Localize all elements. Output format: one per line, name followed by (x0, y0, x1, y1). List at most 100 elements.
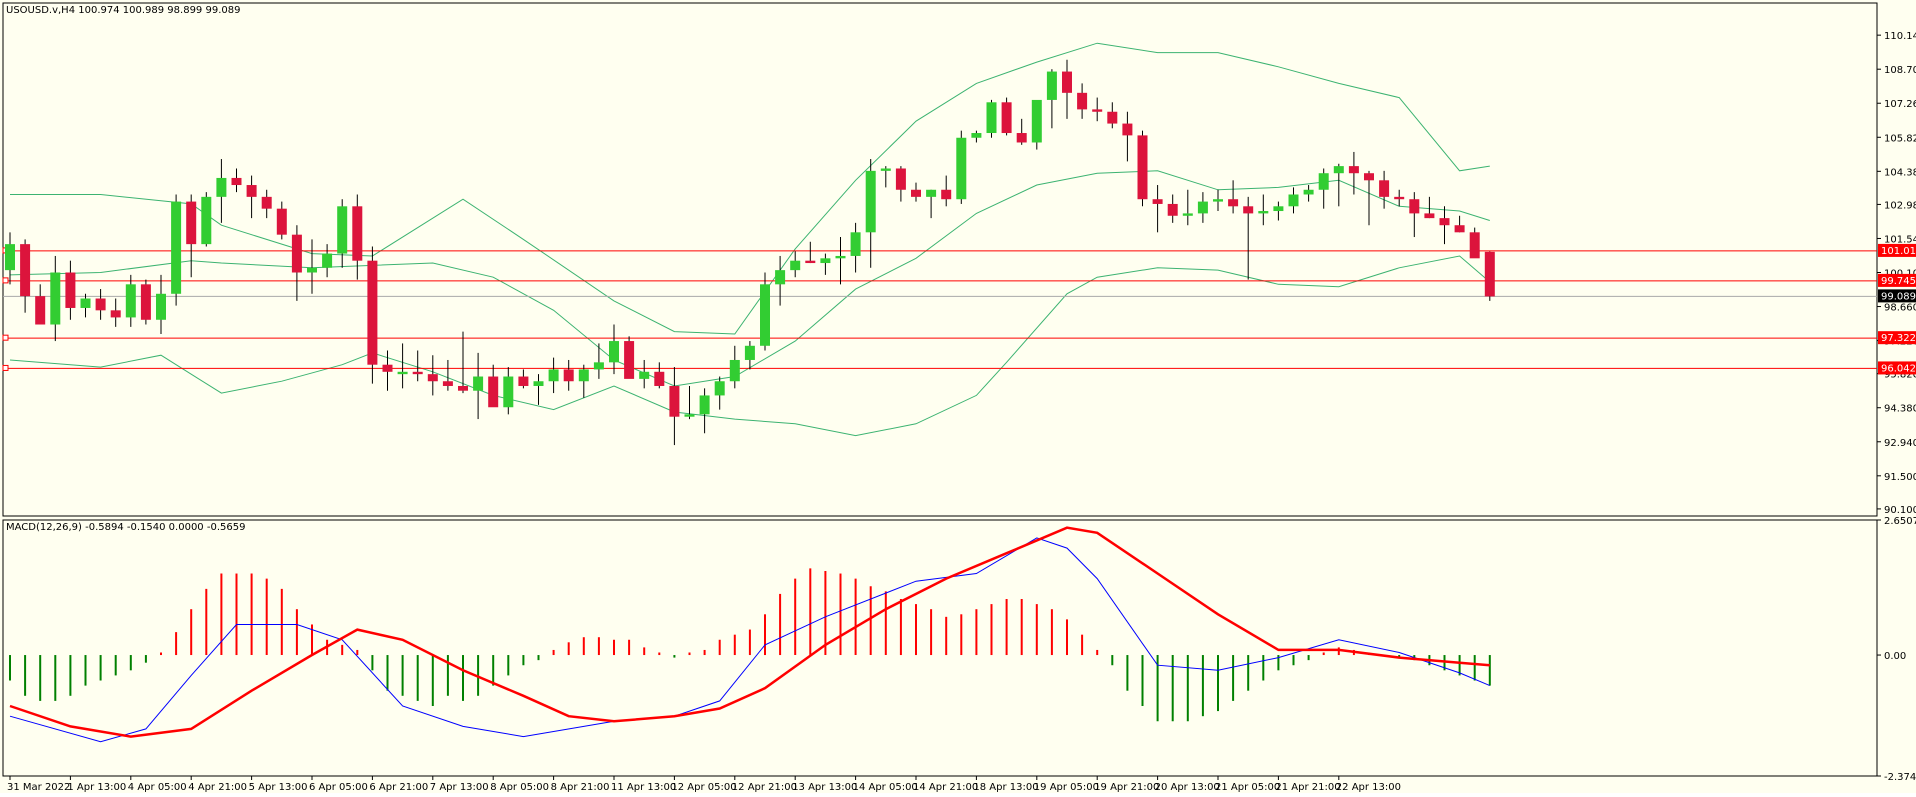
bull-candle-body (1333, 166, 1344, 174)
bear-candle-body (624, 341, 635, 379)
bear-candle-body (895, 168, 906, 190)
bear-candle-body (1062, 71, 1072, 93)
bear-candle-body (1167, 203, 1178, 216)
bull-candle-body (171, 201, 182, 294)
bull-candle-body (926, 189, 937, 197)
bear-candle-body (518, 376, 529, 386)
bull-candle-body (307, 267, 317, 273)
bull-candle-body (609, 341, 619, 363)
bull-candle-body (865, 170, 876, 233)
price-axis-label: 102.980 (1884, 200, 1916, 211)
bull-candle-body (503, 376, 514, 408)
time-axis-label: 12 Apr 05:00 (671, 782, 736, 793)
bull-candle-body (80, 298, 91, 308)
bear-candle-body (911, 189, 921, 197)
current-price-label: 99.089 (1881, 291, 1916, 302)
bull-candle-body (1288, 194, 1299, 207)
bull-candle-body (548, 369, 559, 382)
bull-candle-body (1046, 71, 1057, 100)
bear-candle-body (140, 284, 151, 320)
bear-candle-body (1424, 213, 1435, 219)
time-axis-label: 20 Apr 13:00 (1155, 782, 1220, 793)
bear-candle-body (1122, 123, 1133, 136)
bear-candle-body (563, 369, 574, 382)
price-axis-label: 91.500 (1884, 472, 1916, 483)
bear-candle-body (654, 371, 665, 386)
time-axis-label: 1 Apr 13:00 (67, 782, 126, 793)
chart-background (0, 0, 1916, 793)
bear-candle-body (1001, 102, 1012, 134)
time-axis-label: 4 Apr 21:00 (188, 782, 247, 793)
time-axis-label: 14 Apr 21:00 (913, 782, 978, 793)
bull-candle-body (880, 168, 891, 171)
bull-candle-body (1213, 199, 1223, 202)
trading-chart: 110.140 108.700 107.260 105.820 104.380 102.9… (0, 0, 1916, 793)
bull-candle-body (473, 376, 484, 391)
macd-pane-title: MACD(12,26,9) -0.5894 -0.1540 0.0000 -0.… (6, 522, 245, 533)
bear-candle-body (1348, 166, 1359, 174)
bear-candle-body (412, 371, 423, 375)
bull-candle-body (1258, 211, 1269, 214)
bull-candle-body (971, 133, 982, 138)
bear-candle-body (367, 260, 378, 365)
price-axis-label: 108.700 (1884, 65, 1916, 76)
level-handle[interactable] (2, 277, 9, 284)
bull-candle-body (156, 293, 166, 320)
level-price-label: 97.322 (1881, 333, 1916, 344)
bull-candle-body (684, 414, 695, 417)
time-axis-label: 6 Apr 05:00 (309, 782, 368, 793)
bear-candle-body (35, 296, 46, 325)
bull-candle-body (850, 232, 861, 256)
bull-candle-body (1031, 99, 1042, 143)
price-axis-label: 105.820 (1884, 133, 1916, 144)
bear-candle-body (382, 364, 393, 372)
bear-candle-body (1409, 199, 1420, 214)
bull-candle-body (729, 359, 740, 382)
level-handle[interactable] (2, 364, 9, 371)
level-price-label: 101.013 (1881, 246, 1916, 257)
bear-candle-body (488, 376, 499, 408)
bull-candle-body (744, 345, 755, 360)
macd-axis-label: 2.6507 (1884, 516, 1916, 527)
bull-candle-body (5, 244, 15, 271)
bull-candle-body (820, 258, 831, 264)
bull-candle-body (760, 284, 770, 346)
bear-candle-body (941, 189, 952, 200)
bear-candle-body (1243, 206, 1254, 214)
time-axis-label: 19 Apr 21:00 (1094, 782, 1159, 793)
time-axis-label: 6 Apr 21:00 (369, 782, 428, 793)
bear-candle-body (65, 272, 76, 308)
macd-axis-label: 0.00 (1884, 651, 1906, 662)
time-axis-label: 8 Apr 05:00 (490, 782, 549, 793)
bear-candle-body (1484, 251, 1495, 297)
price-pane-title: USOUSD.v,H4 100.974 100.989 98.899 99.08… (6, 5, 240, 16)
bull-candle-body (1318, 173, 1329, 190)
macd-axis-label: -2.3742 (1884, 772, 1916, 783)
level-price-label: 96.042 (1881, 363, 1916, 374)
time-axis-label: 11 Apr 13:00 (611, 782, 676, 793)
price-axis-label: 110.140 (1884, 31, 1916, 42)
bull-candle-body (578, 369, 589, 382)
bear-candle-body (231, 177, 242, 186)
bear-candle-body (669, 385, 680, 417)
bear-candle-body (261, 196, 272, 209)
price-axis-label: 107.260 (1884, 99, 1916, 110)
bear-candle-body (352, 206, 363, 261)
price-axis-label: 90.100 (1884, 505, 1916, 516)
bear-candle-body (291, 234, 302, 273)
bull-candle-body (593, 362, 604, 370)
time-axis-label: 21 Apr 21:00 (1275, 782, 1340, 793)
bull-candle-body (125, 284, 136, 318)
time-axis-label: 19 Apr 05:00 (1034, 782, 1099, 793)
level-price-label: 99.745 (1881, 276, 1916, 287)
bear-candle-body (1454, 225, 1465, 233)
bull-candle-body (775, 270, 786, 285)
time-axis-label: 14 Apr 05:00 (853, 782, 918, 793)
bull-candle-body (699, 395, 710, 415)
bear-candle-body (110, 310, 121, 318)
bear-candle-body (1137, 135, 1148, 200)
bear-candle-body (1394, 196, 1405, 200)
bull-candle-body (986, 102, 997, 134)
bull-candle-body (835, 255, 846, 259)
level-handle[interactable] (2, 334, 9, 341)
